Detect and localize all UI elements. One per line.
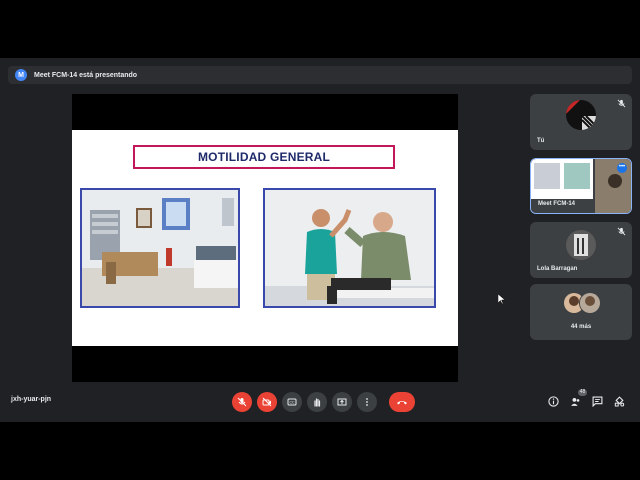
raise-hand-button[interactable]: [307, 392, 327, 412]
mic-off-icon: [237, 397, 247, 407]
presenter-avatar: M: [15, 69, 27, 81]
presenting-banner: M Meet FCM-14 está presentando: [8, 66, 632, 84]
participant-tile-more[interactable]: 44 más: [530, 284, 632, 340]
captions-icon: CC: [287, 398, 297, 406]
end-call-button[interactable]: [389, 392, 415, 412]
mic-muted-icon: [617, 227, 626, 236]
office-photo: [80, 188, 240, 308]
captions-button[interactable]: CC: [282, 392, 302, 412]
chat-button[interactable]: [590, 394, 605, 409]
participant-tile-self[interactable]: Tú: [530, 94, 632, 150]
tile-menu-icon[interactable]: •••: [617, 163, 627, 173]
activities-icon: [614, 396, 625, 407]
mouse-cursor-icon: [498, 294, 506, 304]
therapy-photo: [263, 188, 436, 308]
participant-tile-lola[interactable]: Lola Barragan: [530, 222, 632, 278]
self-avatar: [566, 100, 596, 130]
presenting-text: Meet FCM-14 está presentando: [34, 71, 138, 79]
participant-name: Meet FCM-14: [538, 201, 576, 207]
participant-name: Lola Barragan: [537, 266, 578, 272]
camera-toggle-button[interactable]: [257, 392, 277, 412]
participant-avatar: [579, 292, 601, 314]
meeting-info-button[interactable]: [546, 394, 561, 409]
people-button[interactable]: 48: [568, 389, 587, 409]
more-options-button[interactable]: [357, 392, 377, 412]
slide: MOTILIDAD GENERAL: [72, 130, 458, 346]
mic-toggle-button[interactable]: [232, 392, 252, 412]
raise-hand-icon: [314, 398, 321, 407]
presentation-stage: MOTILIDAD GENERAL: [72, 94, 458, 382]
mic-muted-icon: [617, 99, 626, 108]
side-panel-controls: 48: [546, 389, 627, 409]
present-button[interactable]: [332, 392, 352, 412]
call-controls: CC: [232, 392, 415, 412]
chat-icon: [592, 396, 603, 407]
people-icon: [571, 397, 580, 406]
meeting-code: jxh-yuar-pjn: [11, 396, 52, 403]
activities-button[interactable]: [612, 394, 627, 409]
participant-tile-presenter[interactable]: ••• Meet FCM-14: [530, 158, 632, 214]
slide-title: MOTILIDAD GENERAL: [133, 145, 395, 169]
info-icon: [548, 396, 559, 407]
participant-name: Tú: [537, 138, 545, 144]
present-icon: [337, 398, 347, 406]
lola-avatar: [566, 230, 596, 260]
svg-text:CC: CC: [289, 401, 295, 405]
people-count-badge: 48: [578, 389, 587, 396]
more-options-icon: [366, 398, 368, 406]
end-call-icon: [397, 401, 407, 405]
meet-window: M Meet FCM-14 está presentando MOTILIDAD…: [0, 58, 640, 422]
more-participants-label: 44 más: [570, 324, 592, 330]
camera-off-icon: [262, 397, 272, 407]
